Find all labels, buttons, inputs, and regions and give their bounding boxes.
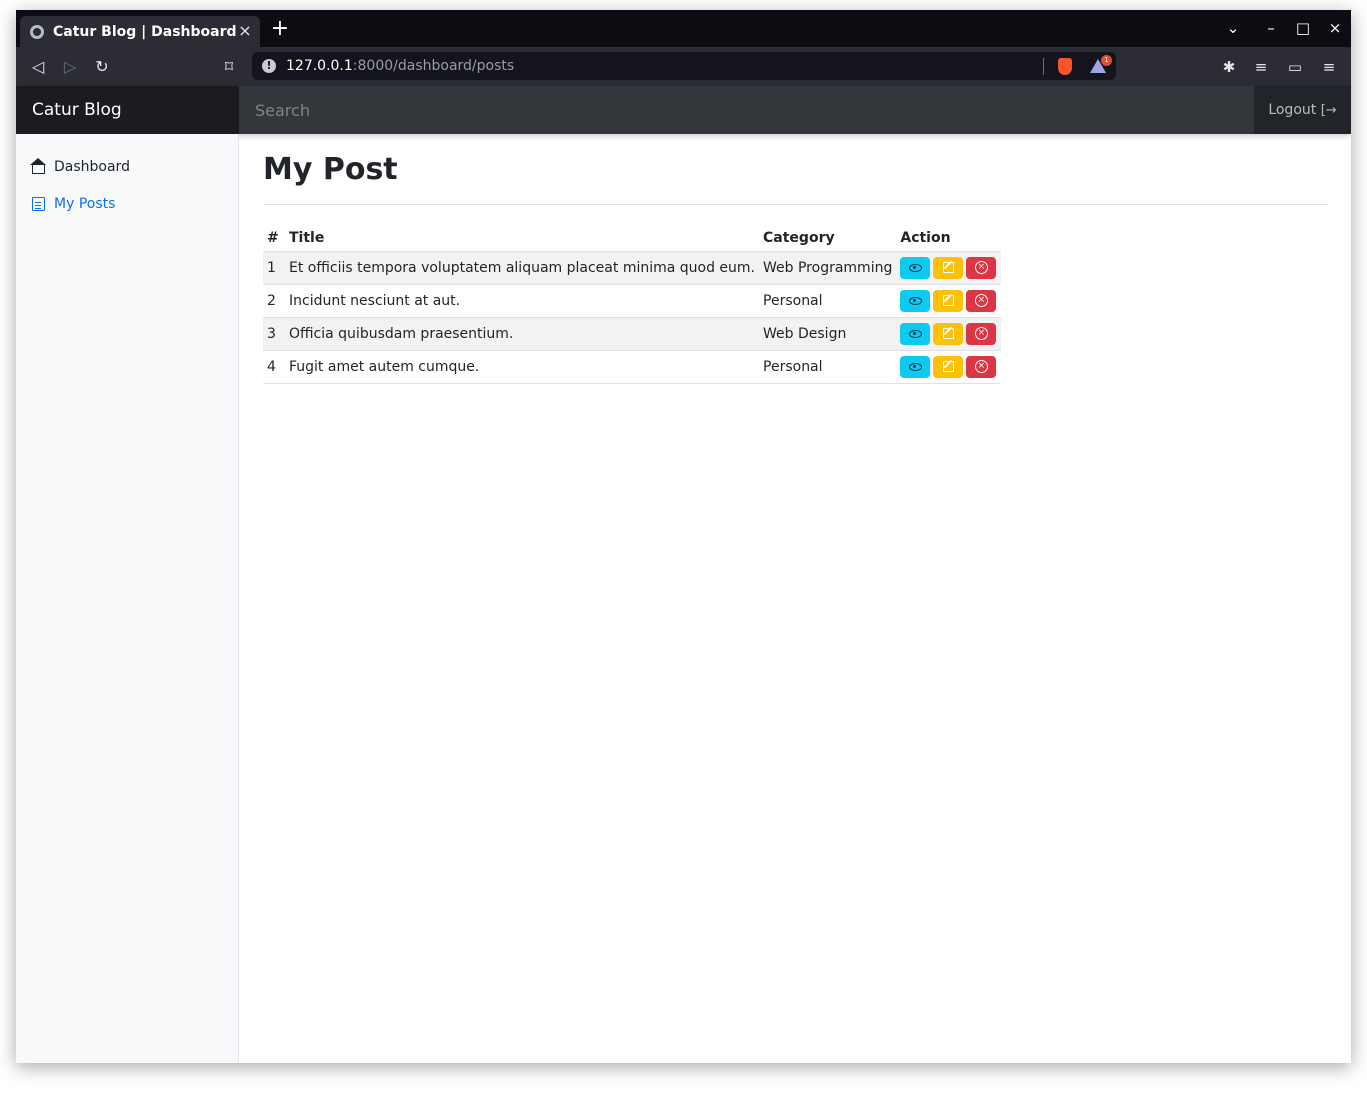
delete-button[interactable]: × (966, 322, 997, 345)
row-title: Officia quibusdam praesentium. (285, 317, 760, 351)
table-row: 2 Incidunt nesciunt at aut. Personal × (263, 284, 1002, 318)
edit-button[interactable] (933, 289, 964, 312)
sidebar-item-label: Dashboard (54, 159, 130, 175)
back-icon[interactable]: ◁ (27, 56, 49, 78)
browser-tab[interactable]: Catur Blog | Dashboard × (20, 16, 260, 47)
row-title: Et officiis tempora voluptatem aliquam p… (285, 251, 760, 285)
x-circle-icon: × (974, 327, 988, 340)
extensions-icon[interactable]: ✱ (1219, 57, 1239, 77)
edit-icon (942, 328, 954, 339)
delete-button[interactable]: × (966, 355, 997, 378)
rewards-badge: 1 (1101, 55, 1112, 66)
delete-button[interactable]: × (966, 289, 997, 312)
row-title: Fugit amet autem cumque. (285, 350, 760, 384)
maximize-button[interactable]: □ (1293, 18, 1313, 38)
eye-icon (908, 296, 922, 305)
url-separator (1043, 58, 1044, 75)
logout-button[interactable]: Logout [→ (1254, 86, 1351, 134)
new-tab-button[interactable]: + (270, 18, 290, 40)
eye-icon (908, 362, 922, 371)
logout-label: Logout (1268, 102, 1317, 118)
row-number: 4 (263, 350, 285, 384)
tab-close-icon[interactable]: × (236, 22, 254, 40)
row-actions: × (896, 317, 1002, 351)
browser-toolbar: ◁ ▷ ↻ ⌑ ! 127.0.0.1:8000/dashboard/posts… (16, 47, 1351, 86)
view-button[interactable] (900, 355, 931, 378)
row-category: Personal (759, 350, 897, 384)
table-row: 1 Et officiis tempora voluptatem aliquam… (263, 251, 1002, 285)
playlist-icon[interactable]: ≡ (1251, 57, 1271, 77)
sidebar-item-dashboard[interactable]: Dashboard (30, 157, 130, 177)
row-category: Web Programming (759, 251, 897, 285)
view-button[interactable] (900, 322, 931, 345)
eye-icon (908, 329, 922, 338)
delete-button[interactable]: × (966, 256, 997, 279)
page-title: My Post (263, 152, 398, 187)
header-number: # (263, 225, 285, 252)
search-input[interactable] (239, 86, 1254, 134)
site-info-icon[interactable]: ! (262, 59, 276, 73)
app-header: Catur Blog Logout [→ (16, 86, 1351, 134)
header-category: Category (759, 225, 897, 252)
reload-icon[interactable]: ↻ (91, 56, 113, 78)
header-title: Title (285, 225, 760, 252)
edit-button[interactable] (933, 256, 964, 279)
close-window-button[interactable]: × (1325, 18, 1345, 38)
row-title: Incidunt nesciunt at aut. (285, 284, 760, 318)
brand-logo[interactable]: Catur Blog (16, 86, 239, 134)
view-button[interactable] (900, 256, 931, 279)
url-host: 127.0.0.1 (286, 58, 353, 74)
bookmark-icon[interactable]: ⌑ (218, 56, 240, 78)
logout-icon: [→ (1320, 103, 1337, 118)
edit-icon (942, 361, 954, 372)
row-actions: × (896, 251, 1002, 285)
view-button[interactable] (900, 289, 931, 312)
tab-search-dropdown-icon[interactable]: ⌄ (1223, 18, 1243, 38)
forward-icon[interactable]: ▷ (59, 56, 81, 78)
sidebar-item-my-posts[interactable]: My Posts (32, 194, 115, 214)
x-circle-icon: × (974, 261, 988, 274)
edit-button[interactable] (933, 355, 964, 378)
divider (263, 204, 1328, 205)
edit-icon (942, 295, 954, 306)
sidebar-item-label: My Posts (54, 196, 116, 212)
tab-bar: Catur Blog | Dashboard × + ⌄ – □ × (16, 10, 1351, 47)
table-row: 4 Fugit amet autem cumque. Personal × (263, 350, 1002, 384)
sidebar: Dashboard My Posts (16, 134, 239, 1063)
eye-icon (908, 263, 922, 272)
table-row: 3 Officia quibusdam praesentium. Web Des… (263, 317, 1002, 351)
header-action: Action (896, 225, 1002, 252)
wallet-icon[interactable]: ▭ (1285, 57, 1305, 77)
row-category: Personal (759, 284, 897, 318)
minimize-button[interactable]: – (1261, 18, 1281, 38)
menu-icon[interactable]: ≡ (1319, 57, 1339, 77)
posts-table: # Title Category Action 1 Et officiis te… (263, 225, 1002, 384)
globe-icon (30, 24, 44, 39)
row-category: Web Design (759, 317, 897, 351)
brave-shield-icon[interactable] (1058, 58, 1072, 75)
row-actions: × (896, 284, 1002, 318)
home-icon (30, 158, 46, 174)
url-path: :8000/dashboard/posts (352, 58, 515, 74)
url-text[interactable]: 127.0.0.1:8000/dashboard/posts (286, 58, 514, 74)
x-circle-icon: × (974, 360, 988, 373)
row-number: 2 (263, 284, 285, 318)
edit-icon (942, 262, 954, 273)
address-bar[interactable]: ! 127.0.0.1:8000/dashboard/posts 1 (252, 52, 1116, 80)
edit-button[interactable] (933, 322, 964, 345)
x-circle-icon: × (974, 294, 988, 307)
row-number: 1 (263, 251, 285, 285)
row-actions: × (896, 350, 1002, 384)
table-header-row: # Title Category Action (263, 225, 1002, 252)
row-number: 3 (263, 317, 285, 351)
file-text-icon (32, 197, 45, 211)
browser-window: Catur Blog | Dashboard × + ⌄ – □ × ◁ ▷ ↻… (16, 10, 1351, 1063)
tab-title: Catur Blog | Dashboard (53, 23, 237, 40)
